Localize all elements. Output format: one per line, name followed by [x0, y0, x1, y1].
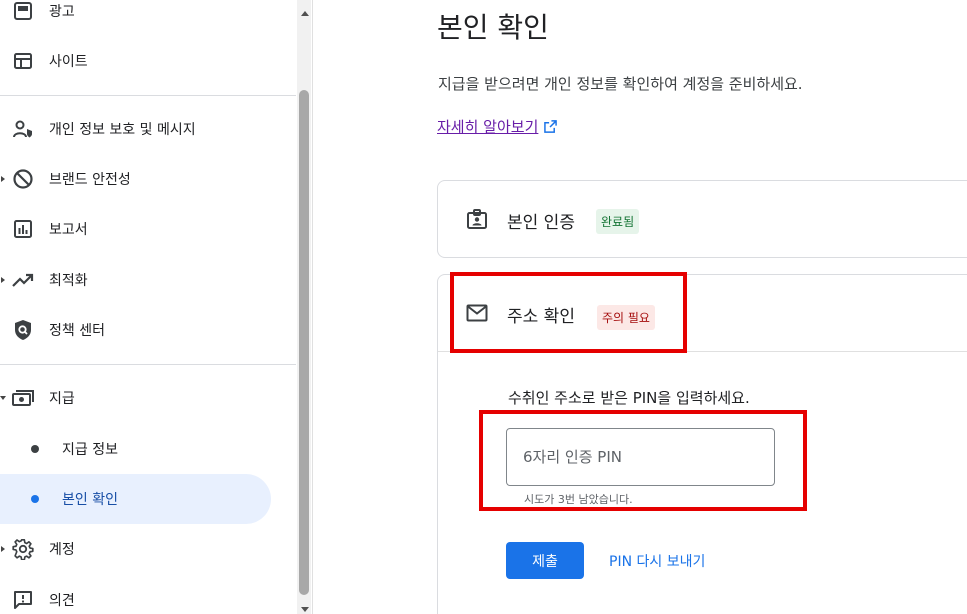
expand-arrow-icon[interactable]	[1, 176, 5, 182]
scroll-up-arrow-icon[interactable]	[301, 11, 309, 16]
privacy-messaging-icon	[11, 117, 35, 141]
sidebar-item-policy-center[interactable]: 정책 센터	[0, 305, 300, 355]
sidebar-item-label: 개인 정보 보호 및 메시지	[49, 122, 196, 138]
sidebar-divider	[0, 364, 296, 365]
gear-icon	[11, 537, 35, 561]
highlight-box-address-header	[450, 272, 687, 353]
content-divider	[312, 0, 313, 614]
sidebar-item-optimization[interactable]: 최적화	[0, 255, 300, 305]
learn-more-link[interactable]: 자세히 알아보기	[437, 116, 558, 137]
bullet-icon	[31, 445, 39, 453]
policy-shield-icon	[11, 318, 35, 342]
sidebar-item-label: 의견	[49, 593, 75, 609]
sites-icon	[11, 49, 35, 73]
collapse-arrow-icon[interactable]	[0, 396, 6, 400]
external-link-icon	[544, 120, 558, 133]
feedback-icon	[11, 588, 35, 612]
sidebar-item-label: 최적화	[49, 273, 88, 289]
identity-verification-title: 본인 인증	[507, 213, 575, 233]
id-badge-icon	[465, 207, 489, 231]
learn-more-label: 자세히 알아보기	[437, 118, 539, 136]
sidebar-item-label: 보고서	[49, 222, 88, 238]
reports-icon	[11, 217, 35, 241]
resend-pin-button[interactable]: PIN 다시 보내기	[609, 551, 705, 571]
pin-prompt: 수취인 주소로 받은 PIN을 입력하세요.	[508, 389, 750, 407]
sidebar-item-sites[interactable]: 사이트	[0, 36, 300, 86]
page-description: 지급을 받으려면 개인 정보를 확인하여 계정을 준비하세요.	[438, 75, 803, 93]
sidebar-item-feedback[interactable]: 의견	[0, 575, 300, 614]
sidebar-item-label: 사이트	[49, 54, 88, 70]
sidebar-item-identity-verification[interactable]: 본인 확인	[0, 474, 271, 524]
payments-icon	[11, 386, 35, 410]
page-title: 본인 확인	[437, 11, 549, 44]
sidebar-item-reports[interactable]: 보고서	[0, 204, 300, 254]
scroll-down-arrow-icon[interactable]	[301, 607, 309, 612]
scrollbar-thumb[interactable]	[299, 90, 309, 595]
bullet-icon	[31, 495, 39, 503]
submit-button[interactable]: 제출	[506, 542, 584, 579]
sidebar-divider	[0, 95, 296, 96]
expand-arrow-icon[interactable]	[1, 277, 5, 283]
sidebar-item-privacy-messaging[interactable]: 개인 정보 보호 및 메시지	[0, 104, 300, 154]
sidebar-item-payment-info[interactable]: 지급 정보	[0, 424, 300, 474]
sidebar-item-label: 지급 정보	[62, 442, 118, 458]
block-icon	[11, 167, 35, 191]
sidebar-item-label: 브랜드 안전성	[49, 172, 131, 188]
sidebar-item-brand-safety[interactable]: 브랜드 안전성	[0, 154, 300, 204]
sidebar-item-label: 광고	[49, 4, 75, 20]
sidebar-item-ads[interactable]: 광고	[0, 0, 300, 36]
sidebar-item-account[interactable]: 계정	[0, 524, 300, 574]
sidebar-item-label: 지급	[49, 391, 75, 407]
sidebar-item-label: 정책 센터	[49, 323, 105, 339]
ads-icon	[11, 0, 35, 23]
sidebar-item-label: 계정	[49, 542, 75, 558]
trending-up-icon	[11, 268, 35, 292]
sidebar-item-label: 본인 확인	[62, 492, 118, 508]
highlight-box-pin-input	[479, 410, 807, 511]
sidebar-nav: 광고 사이트 개인 정보 보호 및 메시지 브랜드 안전성 보고서 최적화 정책…	[0, 0, 300, 614]
sidebar-item-payments[interactable]: 지급	[0, 373, 300, 423]
expand-arrow-icon[interactable]	[1, 546, 5, 552]
status-badge: 완료됨	[596, 209, 640, 234]
